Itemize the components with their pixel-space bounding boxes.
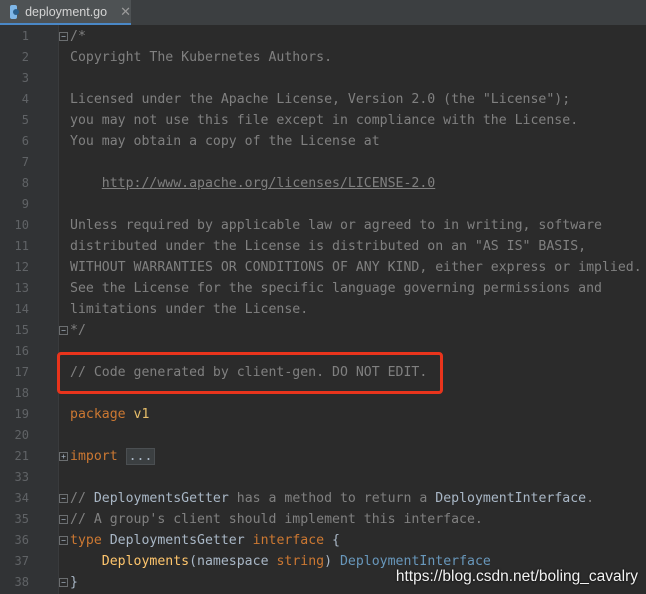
keyword-type: type [70, 533, 102, 548]
license-link[interactable]: http://www.apache.org/licenses/LICENSE-2… [102, 176, 435, 191]
line-number: 21 [14, 449, 29, 463]
code-line-12[interactable]: WITHOUT WARRANTIES OR CONDITIONS OF ANY … [70, 257, 642, 278]
line-number-gutter: 1 2 3 4 5 6 7 8 9 10 11 12 13 14 15 16 1… [0, 25, 59, 594]
code-line-36[interactable]: type DeploymentsGetter interface { [70, 530, 340, 551]
line-number: 9 [21, 197, 29, 211]
code-line-13[interactable]: See the License for the specific languag… [70, 278, 602, 299]
watermark: https://blog.csdn.net/boling_cavalry [395, 568, 638, 585]
keyword-package: package [70, 407, 126, 422]
code-line-14[interactable]: limitations under the License. [70, 299, 308, 320]
tab-deployment-go[interactable]: deployment.go ✕ [0, 0, 131, 25]
code-line-21[interactable]: import ... [70, 446, 156, 467]
line-number: 18 [14, 386, 29, 400]
highlight-annotation-box [57, 352, 443, 394]
open-brace: { [324, 533, 340, 548]
fold-end-icon[interactable]: − [59, 326, 68, 335]
comment-prefix: // [70, 491, 94, 506]
line-number: 36 [14, 533, 29, 547]
code-line-19[interactable]: package v1 [70, 404, 149, 425]
line-number: 19 [14, 407, 29, 421]
fold-expand-icon[interactable]: + [59, 452, 68, 461]
tab-label: deployment.go [25, 4, 108, 19]
package-name: v1 [125, 407, 150, 422]
method-name: Deployments [101, 554, 190, 569]
line-number: 38 [14, 575, 29, 589]
code-line-4[interactable]: Licensed under the Apache License, Versi… [70, 89, 570, 110]
code-line-5[interactable]: you may not use this file except in comp… [70, 110, 578, 131]
line-number: 7 [21, 155, 29, 169]
code-line-11[interactable]: distributed under the License is distrib… [70, 236, 586, 257]
code-line-10[interactable]: Unless required by applicable law or agr… [70, 215, 602, 236]
line-number: 5 [21, 113, 29, 127]
line-number: 16 [14, 344, 29, 358]
line-number: 12 [14, 260, 29, 274]
line-number: 20 [14, 428, 29, 442]
fold-collapse-icon[interactable]: − [59, 32, 68, 41]
line-number: 8 [21, 176, 29, 190]
line-number: 2 [21, 50, 29, 64]
line-number: 33 [14, 470, 29, 484]
keyword-interface: interface [252, 533, 325, 548]
fold-collapse-icon[interactable]: − [59, 494, 68, 503]
line-number: 1 [21, 29, 29, 43]
fold-end-icon[interactable]: − [59, 515, 68, 524]
line-number: 13 [14, 281, 29, 295]
param-type: string [276, 554, 325, 569]
comment-text: has a method to return a [228, 491, 436, 506]
folded-imports[interactable]: ... [125, 448, 156, 465]
code-line-35[interactable]: // A group's client should implement thi… [70, 509, 483, 530]
fold-end-icon[interactable]: − [59, 578, 68, 587]
line-number: 11 [14, 239, 29, 253]
line-number: 17 [14, 365, 29, 379]
line-number: 6 [21, 134, 29, 148]
keyword-import: import [70, 449, 118, 464]
line-number: 15 [14, 323, 29, 337]
line-number: 4 [21, 92, 29, 106]
code-line-6[interactable]: You may obtain a copy of the License at [70, 131, 380, 152]
close-paren: ) [324, 554, 340, 569]
code-line-34[interactable]: // DeploymentsGetter has a method to ret… [70, 488, 594, 509]
doc-ref-deployments-getter: DeploymentsGetter [93, 491, 229, 506]
line-number: 35 [14, 512, 29, 526]
code-line-2[interactable]: Copyright The Kubernetes Authors. [70, 47, 332, 68]
editor-tab-bar: deployment.go ✕ [0, 0, 646, 26]
code-line-38[interactable]: } [70, 572, 78, 593]
param-list: (namespace [189, 554, 277, 569]
go-file-icon [10, 4, 20, 19]
line-number: 14 [14, 302, 29, 316]
line-number: 10 [14, 218, 29, 232]
fold-collapse-icon[interactable]: − [59, 536, 68, 545]
close-icon[interactable]: ✕ [120, 4, 131, 20]
code-line-1[interactable]: /* [70, 26, 86, 47]
type-name: DeploymentsGetter [101, 533, 253, 548]
code-line-15[interactable]: */ [70, 320, 86, 341]
line-number: 37 [14, 554, 29, 568]
doc-ref-deployment-interface: DeploymentInterface [435, 491, 587, 506]
line-number: 34 [14, 491, 29, 505]
line-number: 3 [21, 71, 29, 85]
return-type: DeploymentInterface [339, 554, 491, 569]
comment-period: . [586, 491, 595, 506]
code-line-8[interactable]: http://www.apache.org/licenses/LICENSE-2… [70, 173, 435, 194]
